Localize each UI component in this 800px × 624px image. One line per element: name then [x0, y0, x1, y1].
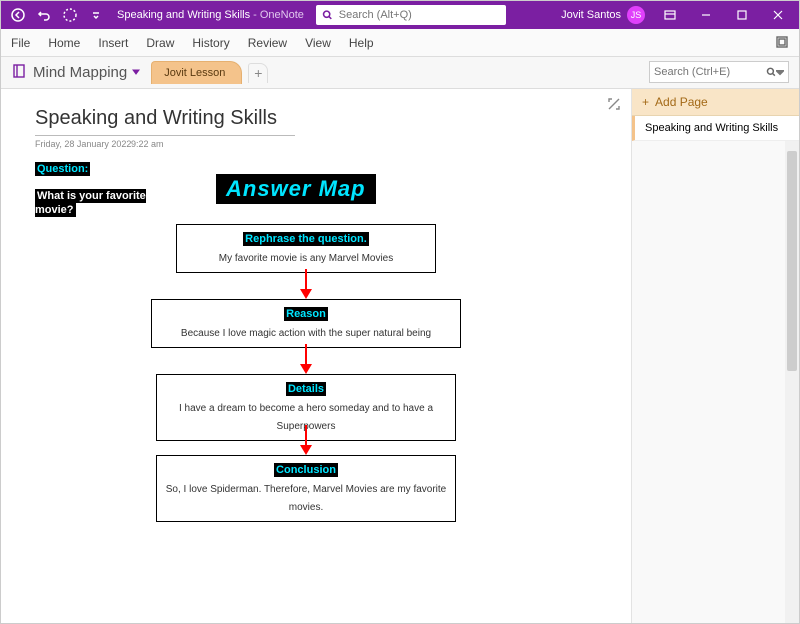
expand-canvas-button[interactable]: [607, 97, 621, 116]
tab-file[interactable]: File: [11, 36, 30, 50]
page-search[interactable]: [649, 61, 789, 83]
scrollbar-thumb[interactable]: [787, 151, 797, 371]
tab-draw[interactable]: Draw: [146, 36, 174, 50]
tell-me-input[interactable]: [339, 9, 500, 21]
box-rephrase: Rephrase the question. My favorite movie…: [176, 224, 436, 273]
tab-review[interactable]: Review: [248, 36, 287, 50]
back-button[interactable]: [7, 4, 29, 26]
box-text: So, I love Spiderman. Therefore, Marvel …: [166, 484, 446, 513]
window-title: Speaking and Writing Skills - OneNote: [117, 9, 304, 21]
redo-button[interactable]: [59, 4, 81, 26]
page-search-input[interactable]: [654, 66, 766, 78]
maximize-button[interactable]: [725, 1, 759, 29]
box-heading: Reason: [284, 307, 328, 321]
close-button[interactable]: [761, 1, 795, 29]
ribbon-tabs: File Home Insert Draw History Review Vie…: [1, 29, 799, 57]
section-tab-active[interactable]: Jovit Lesson: [151, 61, 242, 84]
tab-home[interactable]: Home: [48, 36, 80, 50]
scrollbar-vertical[interactable]: [785, 141, 799, 623]
page-list-panel: + Add Page Speaking and Writing Skills: [631, 89, 799, 623]
search-scope-dropdown[interactable]: [776, 65, 784, 80]
tell-me-search[interactable]: [316, 5, 506, 25]
add-page-label: Add Page: [655, 95, 708, 109]
answer-map-heading: Answer Map: [216, 174, 376, 204]
minimize-button[interactable]: [689, 1, 723, 29]
page-list-empty: [632, 141, 799, 623]
avatar[interactable]: JS: [627, 6, 645, 24]
user-name[interactable]: Jovit Santos: [561, 9, 621, 21]
search-icon: [322, 9, 333, 21]
tab-insert[interactable]: Insert: [98, 36, 128, 50]
arrow-down-icon: [296, 425, 316, 455]
search-icon: [766, 66, 776, 78]
titlebar-right: Jovit Santos JS: [561, 1, 799, 29]
notebook-nav: Mind Mapping Jovit Lesson +: [1, 57, 799, 89]
page-canvas[interactable]: Speaking and Writing Skills Friday, 28 J…: [1, 89, 631, 623]
question-label: Question:: [35, 163, 90, 175]
title-underline: [35, 135, 295, 136]
customize-qat-dropdown[interactable]: [85, 4, 107, 26]
arrow-down-icon: [296, 344, 316, 374]
ribbon-display-button[interactable]: [653, 1, 687, 29]
box-text: Because I love magic action with the sup…: [181, 328, 431, 339]
doc-name: Speaking and Writing Skills: [117, 9, 250, 21]
tab-view[interactable]: View: [305, 36, 331, 50]
question-text: What is your favorite movie?: [35, 189, 155, 218]
box-heading: Conclusion: [274, 463, 338, 477]
full-page-view-button[interactable]: [775, 35, 789, 52]
notebook-dropdown[interactable]: [131, 65, 141, 80]
page-list-item[interactable]: Speaking and Writing Skills: [632, 116, 799, 141]
notebook-icon: [11, 63, 27, 82]
plus-icon: +: [642, 95, 649, 109]
content-area: Speaking and Writing Skills Friday, 28 J…: [1, 89, 799, 623]
quick-access-toolbar: [1, 4, 107, 26]
notebook-name[interactable]: Mind Mapping: [33, 64, 127, 81]
title-bar: Speaking and Writing Skills - OneNote Jo…: [1, 1, 799, 29]
add-page-button[interactable]: + Add Page: [632, 89, 799, 116]
box-heading: Details: [286, 382, 326, 396]
box-reason: Reason Because I love magic action with …: [151, 299, 461, 348]
app-window: Speaking and Writing Skills - OneNote Jo…: [0, 0, 800, 624]
box-conclusion: Conclusion So, I love Spiderman. Therefo…: [156, 455, 456, 522]
undo-button[interactable]: [33, 4, 55, 26]
add-section-button[interactable]: +: [248, 63, 268, 83]
tab-help[interactable]: Help: [349, 36, 374, 50]
page-title[interactable]: Speaking and Writing Skills: [35, 107, 277, 130]
box-text: My favorite movie is any Marvel Movies: [219, 253, 394, 264]
tab-history[interactable]: History: [192, 36, 229, 50]
box-heading: Rephrase the question.: [243, 232, 369, 246]
arrow-down-icon: [296, 269, 316, 299]
page-time[interactable]: 9:22 am: [131, 139, 164, 149]
page-date[interactable]: Friday, 28 January 2022: [35, 139, 131, 149]
